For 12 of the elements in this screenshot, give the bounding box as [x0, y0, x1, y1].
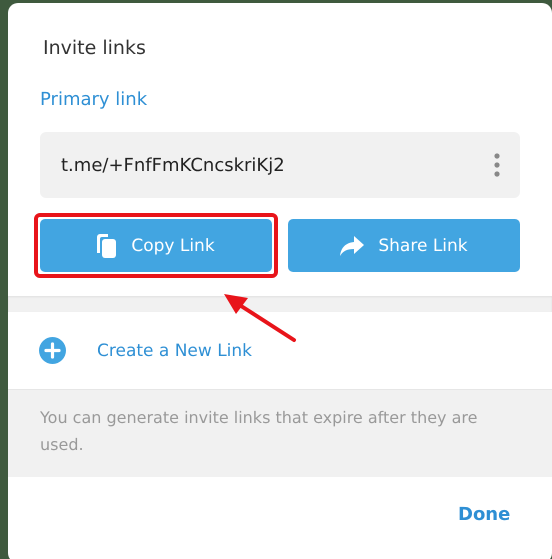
share-link-button[interactable]: Share Link [288, 219, 520, 272]
link-field[interactable]: t.me/+FnfFmKCncskriKj2 [40, 132, 520, 198]
section-title: Primary link [40, 89, 148, 110]
copy-icon [97, 234, 118, 258]
plus-icon [39, 337, 66, 364]
info-text: You can generate invite links that expire after they are used. [40, 407, 478, 456]
done-button[interactable]: Done [458, 504, 510, 525]
dialog-title: Invite links [43, 37, 147, 59]
more-icon[interactable] [494, 153, 500, 177]
share-arrow-icon [340, 236, 364, 256]
link-text: t.me/+FnfFmKCncskriKj2 [61, 154, 285, 176]
copy-link-button[interactable]: Copy Link [40, 219, 272, 272]
